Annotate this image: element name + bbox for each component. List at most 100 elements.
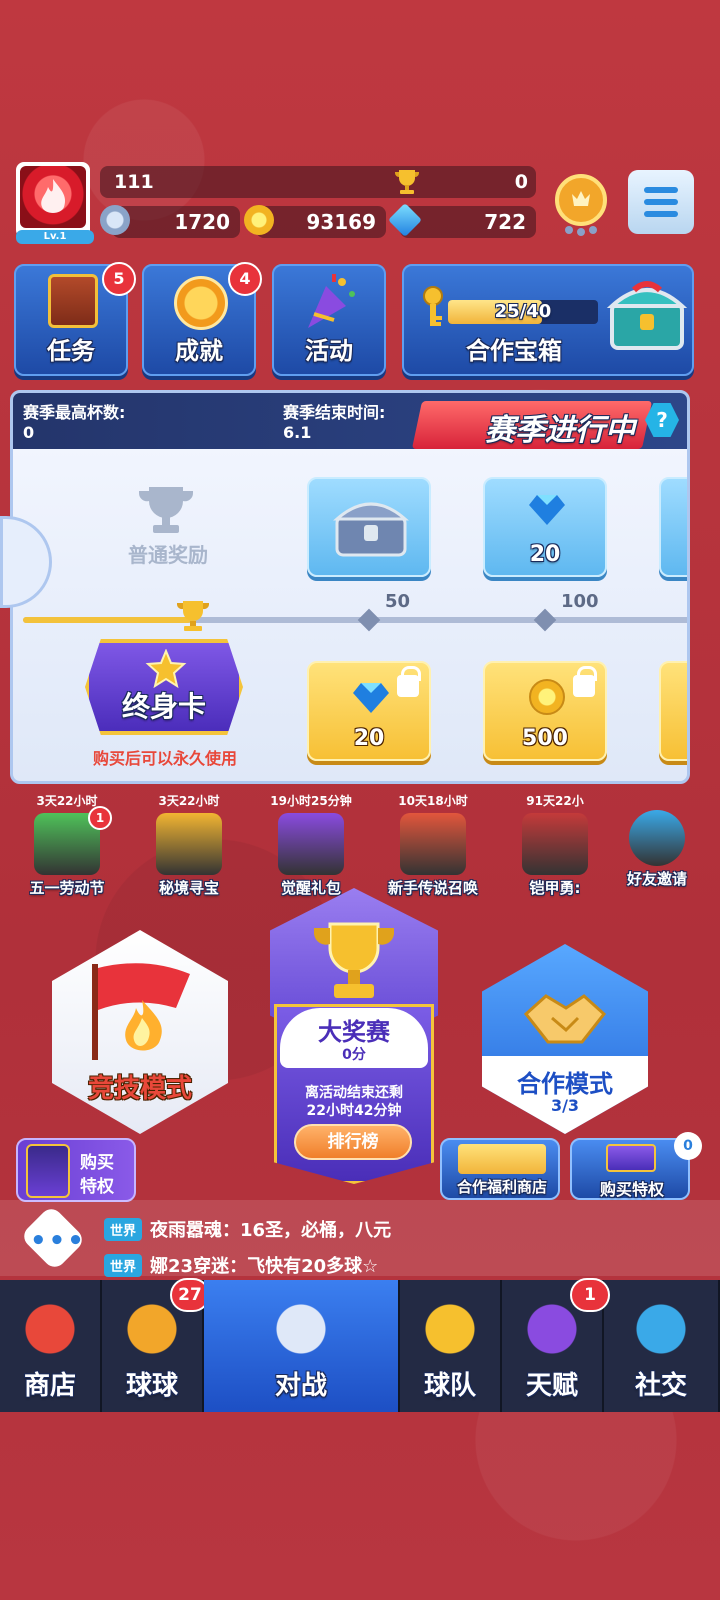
trophy-icon bbox=[392, 168, 422, 196]
event-icon bbox=[400, 813, 466, 875]
player-level: Lv.1 bbox=[16, 230, 94, 244]
season-end-value: 6.1 bbox=[283, 423, 312, 442]
shop-icon bbox=[16, 1298, 84, 1360]
lifetime-card-desc: 购买后可以永久使用 bbox=[92, 749, 237, 768]
gold-trophy-icon bbox=[304, 918, 404, 1008]
gem-icon bbox=[353, 681, 389, 713]
season-status-title: 赛季进行中 bbox=[485, 413, 635, 448]
season-header: 赛季最高杯数: 0 赛季结束时间: 6.1 赛季进行中 ? bbox=[13, 393, 687, 449]
reward-premium-coin-amount: 500 bbox=[522, 726, 568, 751]
privilege-card-icon bbox=[26, 1144, 70, 1198]
best-cups-value: 0 bbox=[23, 423, 35, 442]
event-icon bbox=[522, 813, 588, 875]
event-icon bbox=[156, 813, 222, 875]
reward-normal-gem-amount: 20 bbox=[529, 542, 561, 567]
event-item[interactable]: 10天18小时 新手传说召唤 bbox=[378, 792, 488, 898]
nav-label: 天赋 bbox=[525, 1371, 578, 1401]
nav-tab[interactable]: 商店 bbox=[0, 1280, 102, 1412]
privilege-x2-icon bbox=[606, 1144, 656, 1172]
event-timer: 91天22小 bbox=[526, 794, 584, 808]
tasks-tile[interactable]: 5 任务 bbox=[14, 262, 136, 376]
reward-premium-gem[interactable]: 20 bbox=[307, 661, 431, 761]
achievements-tile[interactable]: 4 成就 bbox=[142, 262, 262, 376]
grand-prix-title: 大奖赛 bbox=[318, 1018, 390, 1046]
reward-premium-next[interactable] bbox=[659, 661, 687, 761]
chest-progress-track: 25/40 bbox=[448, 300, 598, 324]
reward-premium-gem-amount: 20 bbox=[353, 726, 385, 751]
battle-icon bbox=[267, 1298, 335, 1360]
grand-prix-card[interactable]: 大奖赛 0分 离活动结束还剩 22小时42分钟 排行榜 bbox=[270, 888, 438, 1192]
nav-tab[interactable]: 社交 bbox=[604, 1280, 720, 1412]
achievements-badge: 4 bbox=[228, 262, 262, 296]
nav-label: 球队 bbox=[423, 1371, 476, 1401]
season-progress-fill bbox=[23, 617, 191, 623]
event-item[interactable]: 3天22小时 五一劳动节 1 bbox=[12, 792, 122, 898]
gems-resource[interactable]: 722 bbox=[388, 203, 536, 238]
event-item[interactable]: 19小时25分钟 觉醒礼包 bbox=[256, 792, 366, 898]
reward-normal-chest[interactable] bbox=[307, 477, 431, 577]
reward-normal-next[interactable] bbox=[659, 477, 687, 577]
star-coin-icon bbox=[100, 205, 130, 235]
nav-tab[interactable]: 球球 27 bbox=[102, 1278, 210, 1412]
tasks-label: 任务 bbox=[47, 337, 95, 365]
bottom-nav: 商店 球球 27 对战 球队 天赋 1 社交 bbox=[0, 1278, 720, 1412]
coop-shop-button[interactable]: 合作福利商店 bbox=[440, 1138, 560, 1200]
buy-privilege-right-button[interactable]: 购买特权 0 bbox=[570, 1132, 702, 1200]
lock-icon bbox=[573, 666, 597, 697]
chat-dots-icon: ••• bbox=[30, 1226, 86, 1256]
gold-star-icon bbox=[145, 648, 187, 689]
event-label: 五一劳动节 bbox=[29, 879, 105, 897]
lifetime-card-label: 终身卡 bbox=[121, 690, 206, 723]
normal-reward-trophy-icon bbox=[131, 485, 201, 535]
flame-icon bbox=[20, 166, 86, 228]
party-popper-icon bbox=[304, 272, 358, 332]
activity-tile[interactable]: 活动 bbox=[272, 264, 386, 376]
nav-label: 商店 bbox=[23, 1371, 76, 1401]
key-icon bbox=[420, 286, 446, 330]
clover-coin-icon bbox=[529, 679, 565, 715]
world-chat[interactable]: 世界 夜雨嚣魂：16圣，必桶，八元 世界 娜23穿迷：飞快有20多球☆ bbox=[0, 1200, 720, 1277]
nav-tab[interactable]: 对战 bbox=[204, 1280, 400, 1412]
coop-shop-label: 合作福利商店 bbox=[456, 1178, 547, 1196]
chat-channel-tag: 世界 bbox=[104, 1253, 143, 1277]
tasks-badge: 5 bbox=[102, 262, 136, 296]
event-timer: 3天22小时 bbox=[158, 794, 220, 808]
lifetime-card[interactable]: 终身卡 bbox=[85, 639, 243, 735]
event-label: 好友邀请 bbox=[626, 870, 687, 888]
event-icon bbox=[629, 810, 685, 866]
grand-prix-countdown-label: 离活动结束还剩 bbox=[305, 1085, 403, 1101]
coop-mode-label: 合作模式 bbox=[517, 1070, 613, 1098]
reward-premium-coin[interactable]: 500 bbox=[483, 661, 607, 761]
event-item[interactable]: 91天22小 铠甲勇: bbox=[500, 792, 610, 898]
milestone-node-50 bbox=[357, 608, 381, 632]
milestone-label-100: 100 bbox=[561, 591, 599, 612]
reward-normal-gem[interactable]: 20 bbox=[483, 477, 607, 577]
buy-privilege-left-button[interactable]: 购买 特权 bbox=[16, 1138, 136, 1202]
nav-label: 社交 bbox=[634, 1371, 687, 1401]
achievements-label: 成就 bbox=[175, 337, 223, 365]
coop-chest-tile[interactable]: 25/40 合作宝箱 bbox=[402, 264, 694, 376]
event-item[interactable]: 3天22小时 秘境寻宝 bbox=[134, 792, 244, 898]
grand-prix-countdown-time: 22小时42分钟 bbox=[306, 1103, 402, 1119]
coins-resource[interactable]: 93169 bbox=[244, 205, 386, 238]
rank-medal-icon[interactable] bbox=[552, 172, 610, 236]
menu-button[interactable] bbox=[628, 170, 694, 234]
player-avatar[interactable]: Lv.1 bbox=[16, 162, 94, 244]
normal-reward-label: 普通奖励 bbox=[128, 543, 208, 567]
buy-privilege-left-line1: 购买 bbox=[80, 1153, 114, 1173]
stars-resource[interactable]: 1720 bbox=[100, 205, 240, 238]
player-info-bar[interactable]: 111 0 bbox=[100, 166, 536, 198]
stars-value: 1720 bbox=[174, 210, 230, 234]
chat-channel-tag: 世界 bbox=[104, 1217, 143, 1241]
nav-tab[interactable]: 球队 bbox=[400, 1280, 502, 1412]
season-end-label: 赛季结束时间: bbox=[283, 403, 386, 422]
trophy-count: 0 bbox=[514, 171, 528, 193]
event-item[interactable]: 好友邀请 bbox=[602, 792, 712, 889]
chat-message: 世界 夜雨嚣魂：16圣，必桶，八元 bbox=[104, 1216, 391, 1242]
leaderboard-button[interactable]: 排行榜 bbox=[294, 1124, 412, 1160]
player-name: 111 bbox=[114, 171, 154, 193]
buy-privilege-left-line2: 特权 bbox=[80, 1177, 114, 1197]
nav-tab[interactable]: 天赋 1 bbox=[502, 1278, 610, 1412]
buy-privilege-right-badge: 0 bbox=[674, 1132, 702, 1160]
best-cups-label: 赛季最高杯数: bbox=[23, 403, 126, 422]
